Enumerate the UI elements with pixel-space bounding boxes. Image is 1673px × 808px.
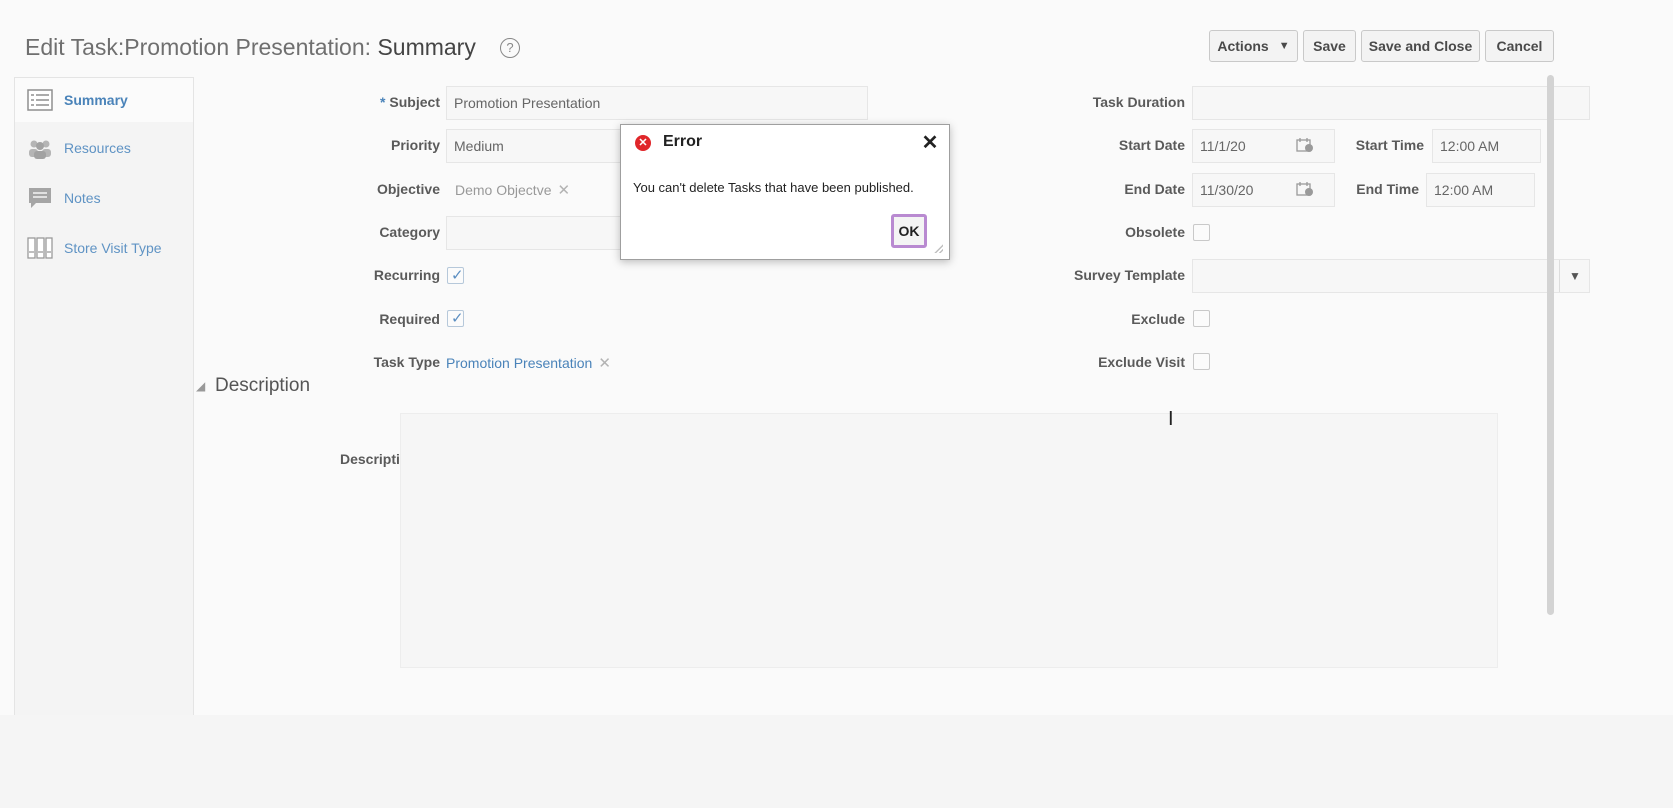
- actions-button[interactable]: Actions ▼: [1209, 30, 1298, 62]
- sidebar-item-summary[interactable]: Summary: [15, 78, 193, 122]
- help-icon[interactable]: ?: [500, 38, 520, 58]
- page-title: Edit Task:Promotion Presentation: Summar…: [25, 34, 476, 61]
- sidebar-item-label: Notes: [64, 190, 101, 206]
- note-icon: [29, 188, 51, 208]
- recurring-label: Recurring: [373, 267, 440, 283]
- save-and-close-button[interactable]: Save and Close: [1361, 30, 1480, 62]
- actions-button-label: Actions: [1217, 38, 1269, 54]
- ok-button[interactable]: OK: [891, 214, 927, 248]
- sidebar-item-label: Summary: [64, 92, 128, 108]
- error-icon: ✕: [635, 135, 651, 151]
- priority-label: Priority: [390, 137, 440, 153]
- dialog-title: Error: [663, 133, 703, 150]
- end-date-label: End Date: [1124, 181, 1185, 197]
- obsolete-label: Obsolete: [1125, 224, 1185, 240]
- start-date-label: Start Date: [1118, 137, 1185, 153]
- checkmark-icon: ✓: [451, 310, 464, 327]
- sidebar-item-notes[interactable]: Notes: [15, 176, 193, 220]
- sidebar-item-resources[interactable]: Resources: [15, 126, 193, 170]
- cancel-button[interactable]: Cancel: [1485, 30, 1554, 62]
- chevron-down-icon: ▼: [1278, 40, 1290, 52]
- objective-label: Objective: [376, 181, 440, 197]
- objective-value[interactable]: Demo Objectve ✕: [455, 181, 570, 199]
- category-label: Category: [379, 224, 440, 240]
- text-cursor-icon: I: [1168, 408, 1174, 430]
- required-marker: *: [379, 94, 386, 110]
- description-textarea[interactable]: [400, 413, 1498, 668]
- calendar-icon[interactable]: [1296, 137, 1314, 153]
- resize-grip-icon[interactable]: [933, 243, 943, 253]
- recurring-checkbox[interactable]: ✓: [447, 267, 464, 284]
- task-duration-field[interactable]: [1192, 86, 1590, 120]
- category-field[interactable]: [446, 216, 646, 250]
- collapse-triangle-icon[interactable]: ◢: [196, 379, 205, 393]
- subject-label: * Subject: [379, 94, 440, 110]
- required-label: Required: [379, 311, 440, 327]
- checkmark-icon: ✓: [451, 267, 464, 284]
- page-title-prefix: Edit Task:Promotion Presentation:: [25, 34, 372, 60]
- binders-icon: [27, 237, 53, 259]
- priority-select[interactable]: Medium: [446, 129, 646, 163]
- task-duration-label: Task Duration: [1092, 94, 1185, 110]
- survey-template-label: Survey Template: [1073, 267, 1185, 283]
- start-time-label: Start Time: [1355, 137, 1424, 153]
- people-icon: [29, 140, 51, 159]
- exclude-label: Exclude: [1131, 311, 1185, 327]
- clear-task-type-icon[interactable]: ✕: [598, 355, 611, 372]
- obsolete-checkbox[interactable]: [1193, 224, 1210, 241]
- dialog-message: You can't delete Tasks that have been pu…: [633, 180, 914, 195]
- task-type-label: Task Type: [373, 354, 440, 370]
- sidebar-item-label: Resources: [64, 140, 131, 156]
- page-title-section: Summary: [377, 34, 476, 60]
- exclude-checkbox[interactable]: [1193, 310, 1210, 327]
- start-time-field[interactable]: 12:00 AM: [1432, 129, 1541, 163]
- scrollbar[interactable]: [1547, 75, 1554, 615]
- sidebar-item-label: Store Visit Type: [64, 240, 162, 256]
- clear-objective-icon[interactable]: ✕: [557, 182, 570, 199]
- task-type-value[interactable]: Promotion Presentation ✕: [446, 354, 611, 372]
- edit-task-page: Edit Task:Promotion Presentation: Summar…: [0, 0, 1673, 808]
- list-icon: [27, 89, 53, 111]
- calendar-icon[interactable]: [1296, 181, 1314, 197]
- exclude-visit-label: Exclude Visit: [1098, 354, 1185, 370]
- error-dialog: ✕ Error ✕ You can't delete Tasks that ha…: [620, 124, 950, 260]
- save-button[interactable]: Save: [1303, 30, 1356, 62]
- exclude-visit-checkbox[interactable]: [1193, 353, 1210, 370]
- description-section-title[interactable]: Description: [215, 375, 310, 397]
- end-time-label: End Time: [1356, 181, 1419, 197]
- required-checkbox[interactable]: ✓: [447, 310, 464, 327]
- subject-field[interactable]: Promotion Presentation: [446, 86, 868, 120]
- sidebar: Summary Resources Notes Store Visit Type: [14, 77, 194, 757]
- end-time-field[interactable]: 12:00 AM: [1426, 173, 1535, 207]
- sidebar-item-store-visit-type[interactable]: Store Visit Type: [15, 226, 193, 270]
- survey-template-select[interactable]: ▼: [1192, 259, 1590, 293]
- footer-area: [0, 715, 1673, 808]
- chevron-down-icon[interactable]: ▼: [1559, 260, 1589, 292]
- close-icon[interactable]: ✕: [920, 130, 940, 155]
